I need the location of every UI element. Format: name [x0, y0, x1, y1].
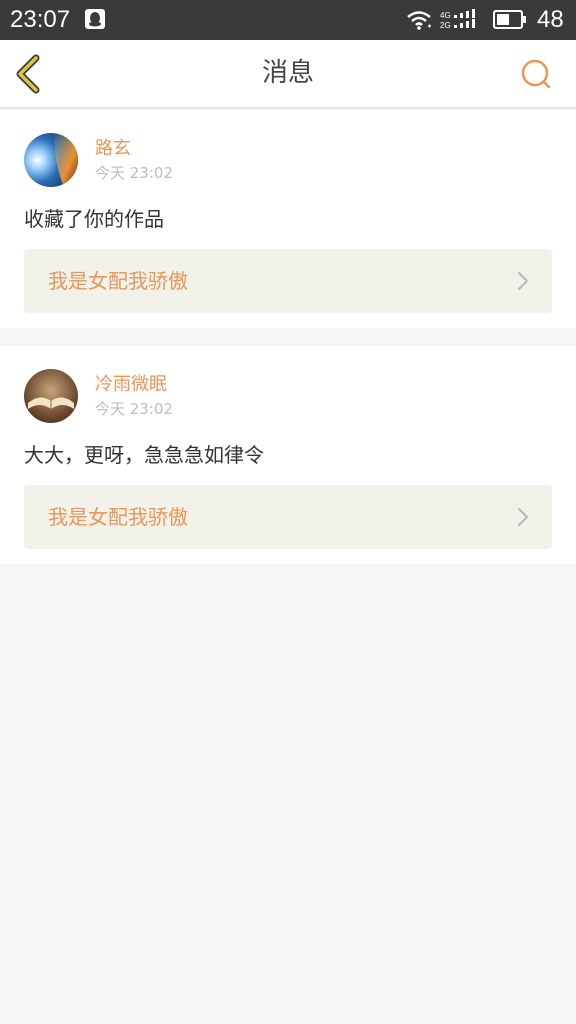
header: 消息 [0, 40, 576, 109]
avatar[interactable] [24, 133, 78, 187]
work-link[interactable]: 我是女配我骄傲 [24, 485, 552, 549]
network-label-2g: 2G [440, 21, 451, 30]
work-title: 我是女配我骄傲 [48, 269, 188, 293]
timestamp: 今天 23:02 [95, 400, 173, 418]
status-time: 23:07 [10, 6, 71, 33]
username[interactable]: 路玄 [95, 137, 131, 161]
qq-icon [85, 9, 105, 29]
status-bar: 23:07 4G 2G 48 [0, 0, 576, 40]
message-text: 收藏了你的作品 [24, 207, 164, 231]
username[interactable]: 冷雨微眠 [95, 373, 167, 397]
signal-icon: 4G 2G [440, 9, 484, 31]
message-text: 大大，更呀，急急急如律令 [24, 443, 264, 467]
chevron-right-icon [518, 272, 528, 290]
battery-level: 48 [537, 6, 564, 33]
timestamp: 今天 23:02 [95, 164, 173, 182]
message-card: 路玄 今天 23:02 收藏了你的作品 我是女配我骄傲 [0, 110, 576, 328]
battery-icon [493, 10, 527, 29]
avatar[interactable] [24, 369, 78, 423]
search-icon [521, 59, 551, 89]
search-button[interactable] [518, 56, 554, 92]
chevron-right-icon [518, 508, 528, 526]
message-card: 冷雨微眠 今天 23:02 大大，更呀，急急急如律令 我是女配我骄傲 [0, 346, 576, 564]
network-label-4g: 4G [440, 11, 451, 20]
wifi-icon [405, 9, 435, 31]
work-title: 我是女配我骄傲 [48, 505, 188, 529]
work-link[interactable]: 我是女配我骄傲 [24, 249, 552, 313]
page-title: 消息 [261, 58, 314, 88]
